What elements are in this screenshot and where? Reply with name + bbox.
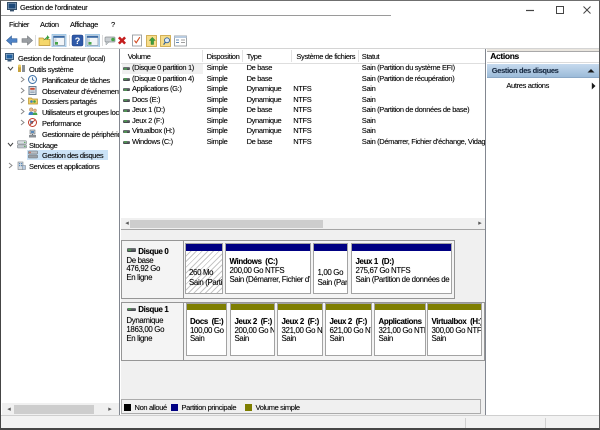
svg-text:?: ?: [75, 36, 81, 46]
